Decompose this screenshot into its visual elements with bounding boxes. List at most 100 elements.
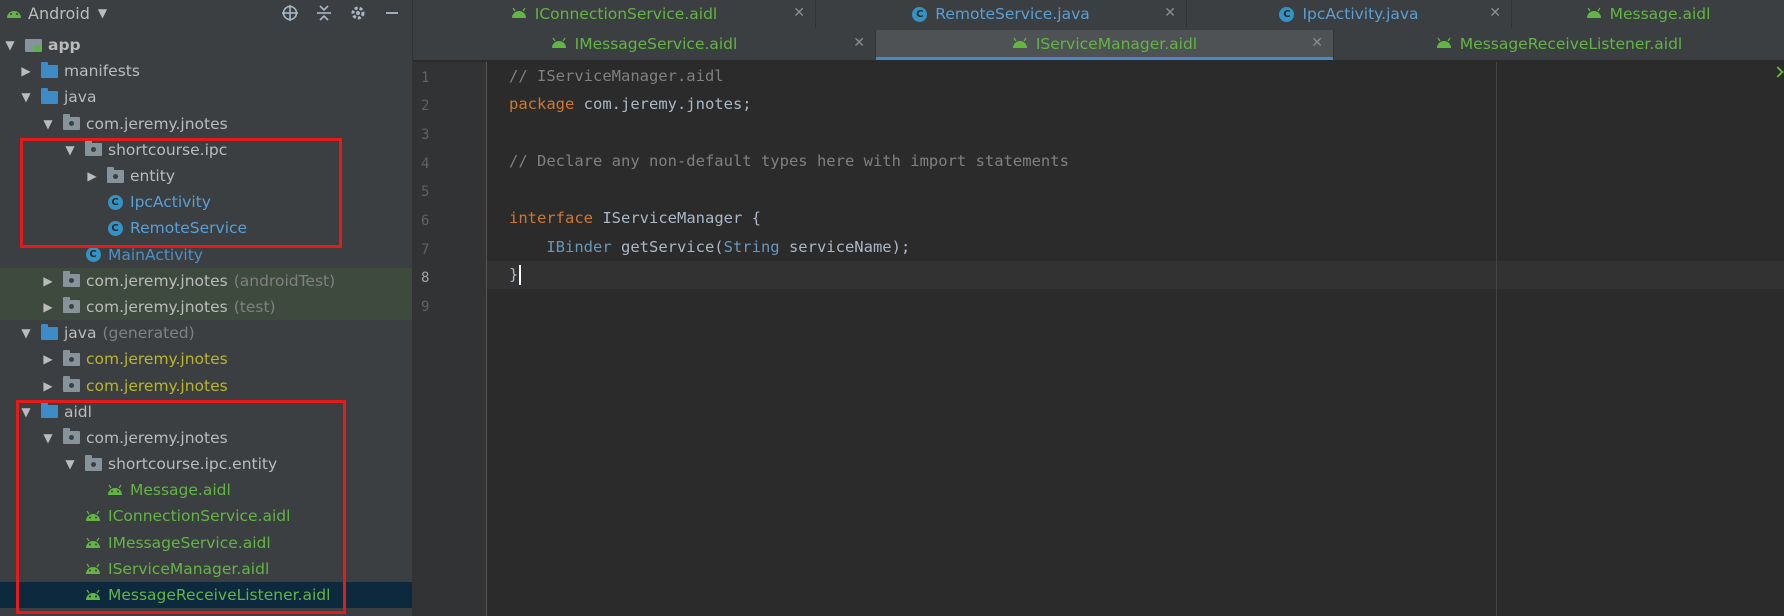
- package-icon: [62, 297, 80, 315]
- collapse-arrow-icon[interactable]: ▶: [40, 299, 56, 315]
- tree-item-aidl-file[interactable]: IMessageService.aidl: [0, 530, 412, 556]
- line-number: 9: [421, 299, 430, 315]
- expand-arrow-icon[interactable]: ▼: [2, 37, 18, 53]
- folder-icon: [40, 61, 58, 79]
- tree-item-package[interactable]: ▼ com.jeremy.jnotes: [0, 425, 412, 451]
- android-icon: [84, 587, 102, 603]
- tab-iservicemanager-aidl[interactable]: IServiceManager.aidl ✕: [876, 30, 1334, 60]
- line-number: 2: [421, 98, 430, 114]
- tab-imessageservice-aidl[interactable]: IMessageService.aidl ✕: [413, 30, 876, 58]
- package-icon: [62, 114, 80, 132]
- tab-remoteservice-java[interactable]: C RemoteService.java ✕: [816, 0, 1187, 28]
- close-icon[interactable]: ✕: [1489, 5, 1501, 21]
- collapse-arrow-icon[interactable]: ▶: [40, 378, 56, 394]
- project-panel: Android ▼ ▼ app ▶ manifests ▼ java ▼ com…: [0, 0, 413, 616]
- android-icon: [1586, 5, 1602, 23]
- tree-item-suffix: (test): [233, 297, 276, 316]
- expand-arrow-icon[interactable]: ▼: [18, 325, 34, 341]
- tree-item-class[interactable]: C MainActivity: [0, 242, 412, 268]
- tree-item-label: com.jeremy.jnotes: [86, 376, 228, 395]
- expand-arrow-icon[interactable]: ▼: [62, 456, 78, 472]
- tab-label: IConnectionService.aidl: [534, 5, 718, 23]
- tree-item-app[interactable]: ▼ app: [0, 32, 412, 58]
- folder-icon: [40, 402, 58, 420]
- tree-item-package[interactable]: ▼ shortcourse.ipc.entity: [0, 451, 412, 477]
- tree-item-java-generated[interactable]: ▼ java (generated): [0, 320, 412, 346]
- tree-item-class[interactable]: C RemoteService: [0, 215, 412, 241]
- collapse-all-icon[interactable]: [314, 3, 334, 23]
- expand-arrow-icon[interactable]: ▼: [40, 116, 56, 132]
- tree-item-aidl-file[interactable]: IConnectionService.aidl: [0, 503, 412, 529]
- code-text: IServiceManager {: [593, 209, 761, 227]
- tree-item-aidl-file[interactable]: Message.aidl: [0, 477, 412, 503]
- android-icon: [6, 4, 22, 23]
- code-type: IBinder: [546, 238, 612, 256]
- class-icon: C: [1279, 6, 1295, 22]
- tree-item-package[interactable]: ▼ com.jeremy.jnotes: [0, 111, 412, 137]
- package-icon: [84, 454, 102, 472]
- close-icon[interactable]: ✕: [853, 35, 865, 51]
- tree-item-package[interactable]: ▶ com.jeremy.jnotes (androidTest): [0, 267, 412, 294]
- tree-item-class[interactable]: C IpcActivity: [0, 189, 412, 215]
- collapse-arrow-icon[interactable]: ▶: [18, 63, 34, 79]
- code-editor[interactable]: 1 2 3 4 5 6 7 8 9 // IServiceManager.aid…: [413, 62, 1784, 616]
- collapse-arrow-icon[interactable]: ▶: [40, 351, 56, 367]
- close-icon[interactable]: ✕: [1311, 35, 1323, 51]
- collapse-arrow-icon[interactable]: ▶: [40, 273, 56, 289]
- tree-item-label: com.jeremy.jnotes: [86, 114, 228, 133]
- tab-label: MessageReceiveListener.aidl: [1459, 35, 1683, 53]
- tree-item-aidl-file[interactable]: IServiceManager.aidl: [0, 556, 412, 582]
- project-tree: ▼ app ▶ manifests ▼ java ▼ com.jeremy.jn…: [0, 32, 412, 609]
- tab-messagereceivelistener-aidl[interactable]: MessageReceiveListener.aidl: [1334, 30, 1784, 58]
- android-icon: [551, 35, 567, 53]
- android-icon: [511, 5, 527, 23]
- code-line[interactable]: // Declare any non-default types here wi…: [487, 147, 1784, 175]
- tree-item-package[interactable]: ▶ com.jeremy.jnotes: [0, 346, 412, 372]
- code-keyword: interface: [509, 209, 593, 227]
- code-comment: // Declare any non-default types here wi…: [509, 152, 1069, 170]
- collapse-arrow-icon[interactable]: ▶: [84, 168, 100, 184]
- tree-item-suffix: (generated): [102, 324, 195, 343]
- code-area[interactable]: // IServiceManager.aidl package com.jere…: [487, 62, 1784, 616]
- tree-item-manifests[interactable]: ▶ manifests: [0, 58, 412, 84]
- project-view-label: Android: [28, 3, 90, 23]
- tab-iconnectionservice-aidl[interactable]: IConnectionService.aidl ✕: [413, 0, 816, 28]
- tree-item-aidl-file-selected[interactable]: MessageReceiveListener.aidl: [0, 581, 412, 609]
- tree-item-label: IpcActivity: [130, 193, 211, 212]
- tree-item-package[interactable]: ▼ shortcourse.ipc: [0, 137, 412, 163]
- locate-file-icon[interactable]: [280, 3, 300, 23]
- expand-arrow-icon[interactable]: ▼: [62, 142, 78, 158]
- code-line[interactable]: IBinder getService(String serviceName);: [487, 233, 1784, 261]
- code-line[interactable]: interface IServiceManager {: [487, 204, 1784, 232]
- tree-item-label: manifests: [64, 62, 140, 81]
- close-icon[interactable]: ✕: [793, 5, 805, 21]
- tree-item-package[interactable]: ▶ com.jeremy.jnotes: [0, 372, 412, 398]
- tree-item-package[interactable]: ▶ entity: [0, 163, 412, 189]
- line-number: 6: [421, 213, 430, 229]
- code-line[interactable]: // IServiceManager.aidl: [487, 62, 1784, 90]
- tab-ipcactivity-java[interactable]: C IpcActivity.java ✕: [1187, 0, 1512, 28]
- expand-arrow-icon[interactable]: ▼: [40, 430, 56, 446]
- tree-item-package[interactable]: ▶ com.jeremy.jnotes (test): [0, 293, 412, 321]
- generated-folder-icon: [40, 323, 58, 341]
- gear-icon[interactable]: [348, 3, 368, 23]
- close-icon[interactable]: ✕: [1164, 5, 1176, 21]
- tree-item-java[interactable]: ▼ java: [0, 84, 412, 110]
- tree-item-aidl[interactable]: ▼ aidl: [0, 399, 412, 425]
- package-icon: [84, 140, 102, 158]
- code-keyword: package: [509, 95, 575, 113]
- tree-item-label: RemoteService: [130, 219, 248, 238]
- expand-arrow-icon[interactable]: ▼: [18, 89, 34, 105]
- tree-item-label: Message.aidl: [130, 481, 231, 500]
- code-line-current[interactable]: }: [487, 261, 1784, 289]
- tree-item-label: com.jeremy.jnotes: [86, 271, 228, 290]
- expand-arrow-icon[interactable]: ▼: [18, 404, 34, 420]
- chevron-down-icon: ▼: [97, 6, 108, 20]
- package-icon: [62, 271, 80, 289]
- minimize-icon[interactable]: [382, 3, 402, 23]
- tab-message-aidl[interactable]: Message.aidl: [1512, 0, 1784, 28]
- project-view-selector[interactable]: Android ▼: [0, 4, 107, 23]
- tree-item-label: shortcourse.ipc.entity: [108, 455, 278, 474]
- code-line[interactable]: package com.jeremy.jnotes;: [487, 90, 1784, 118]
